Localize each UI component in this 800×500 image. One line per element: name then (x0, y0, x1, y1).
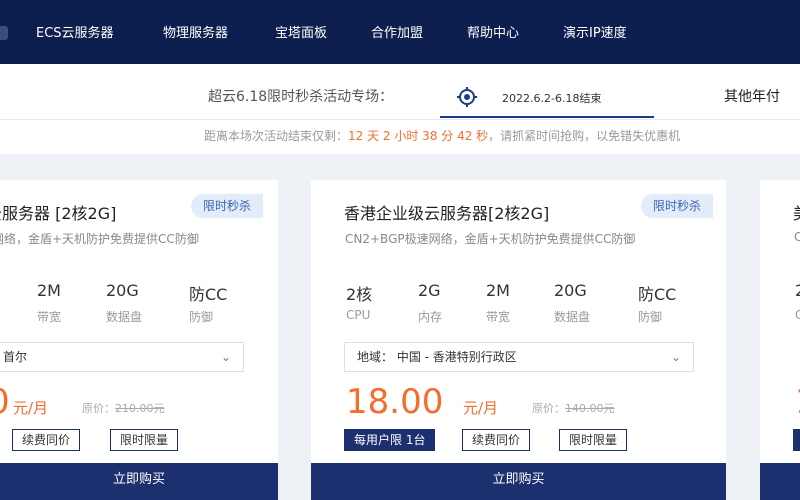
chevron-down-icon: ⌄ (220, 350, 231, 364)
card-title: 云服务器 [2核2G] (0, 204, 117, 223)
spec-disk-value: 20G (554, 281, 587, 300)
nav-item-partner[interactable]: 合作加盟 (371, 22, 423, 41)
flash-sale-tag: 限时秒杀 (641, 194, 714, 218)
activity-date-tab[interactable]: 2022.6.2-6.18结束 (502, 90, 601, 106)
original-price-value: 210.00元 (115, 402, 165, 415)
price-value: 18.00 (346, 382, 444, 422)
spec-memory-value: 2G (418, 281, 441, 300)
price-unit: 元/月 (13, 399, 49, 417)
spec-memory-label: 内存 (418, 310, 443, 324)
badge-one-per-user: 每用户限 1台 (344, 429, 436, 451)
badge-limited-quantity: 限时限量 (559, 429, 628, 451)
badge-limited-quantity: 限时限量 (110, 429, 179, 451)
nav-item-ip-speed[interactable]: 演示IP速度 (563, 22, 627, 41)
product-card-left: 云服务器 [2核2G] 限时秒杀 速网络，金盾+天机防护免费提供CC防御 2M … (0, 180, 278, 500)
top-nav: ECS云服务器 物理服务器 宝塔面板 合作加盟 帮助中心 演示IP速度 (0, 0, 800, 64)
product-card-right: 美 C 2 C 1 (760, 180, 800, 500)
card-title: 香港企业级云服务器[2核2G] (344, 204, 550, 223)
spec-defense-label: 防御 (189, 310, 214, 324)
spec-cpu-value: 2 (795, 281, 800, 300)
nav-item-baota[interactable]: 宝塔面板 (275, 22, 327, 41)
card-desc: C (794, 230, 800, 244)
spec-defense-label: 防御 (638, 310, 663, 324)
spec-cpu-label: C (795, 308, 800, 322)
spec-cpu-value: 2核 (346, 285, 373, 304)
spec-disk-value: 20G (106, 281, 139, 300)
badge-renew-same-price: 续费同价 (462, 429, 531, 451)
card-desc: CN2+BGP极速网络，金盾+天机防护免费提供CC防御 (345, 232, 636, 246)
countdown-text: 距离本场次活动结束仅剩：12 天 2 小时 38 分 42 秒，请抓紧时间抢购，… (204, 127, 680, 144)
price-value: 0 (0, 382, 10, 422)
region-value: 首尔 (3, 350, 28, 364)
countdown-suffix: ，请抓紧时间抢购，以免错失优惠机 (488, 129, 681, 143)
spec-cpu-label: CPU (346, 308, 371, 322)
original-price-label: 原价： (82, 402, 115, 415)
spec-bandwidth-label: 带宽 (486, 310, 511, 324)
spec-defense-value: 防CC (638, 285, 677, 304)
target-icon (457, 87, 477, 107)
countdown-time: 12 天 2 小时 38 分 42 秒 (348, 129, 489, 143)
original-price-value: 140.00元 (565, 402, 615, 415)
active-tab-underline (440, 116, 654, 118)
buy-now-button[interactable]: 立即购买 (311, 463, 726, 500)
price-unit: 元/月 (463, 399, 499, 417)
nav-item-physical[interactable]: 物理服务器 (163, 22, 228, 41)
activity-title: 超云6.18限时秒杀活动专场： (208, 89, 394, 105)
buy-now-button[interactable]: 立即购买 (0, 463, 278, 500)
nav-item-ecs[interactable]: ECS云服务器 (36, 22, 114, 41)
region-select[interactable]: 地域： 中国 - 香港特别行政区 ⌄ (344, 342, 694, 372)
spec-bandwidth-value: 2M (37, 281, 61, 300)
card-desc: 速网络，金盾+天机防护免费提供CC防御 (0, 232, 199, 246)
band-divider (0, 119, 800, 120)
nav-item-help[interactable]: 帮助中心 (467, 22, 519, 41)
buy-now-button[interactable] (760, 463, 800, 500)
region-select[interactable]: 首尔 ⌄ (0, 342, 244, 372)
original-price-label: 原价： (532, 402, 565, 415)
flash-sale-tag: 限时秒杀 (191, 194, 264, 218)
nav-logo-edge (0, 26, 8, 40)
badge-one-per-user (793, 429, 800, 451)
original-price: 原价：140.00元 (532, 400, 615, 416)
spec-defense-value: 防CC (189, 285, 228, 304)
countdown-prefix: 距离本场次活动结束仅剩： (204, 129, 349, 143)
spec-disk-label: 数据盘 (106, 310, 143, 324)
original-price: 原价：210.00元 (82, 400, 165, 416)
other-annual-tab[interactable]: 其他年付 (724, 86, 780, 106)
price-value: 1 (795, 382, 800, 422)
card-title: 美 (793, 200, 800, 224)
spec-bandwidth-label: 带宽 (37, 310, 62, 324)
spec-disk-label: 数据盘 (554, 310, 591, 324)
spec-bandwidth-value: 2M (486, 281, 510, 300)
badge-renew-same-price: 续费同价 (12, 429, 81, 451)
product-card-hongkong: 香港企业级云服务器[2核2G] 限时秒杀 CN2+BGP极速网络，金盾+天机防护… (311, 180, 726, 500)
region-value: 地域： 中国 - 香港特别行政区 (357, 350, 517, 364)
chevron-down-icon: ⌄ (670, 350, 681, 364)
